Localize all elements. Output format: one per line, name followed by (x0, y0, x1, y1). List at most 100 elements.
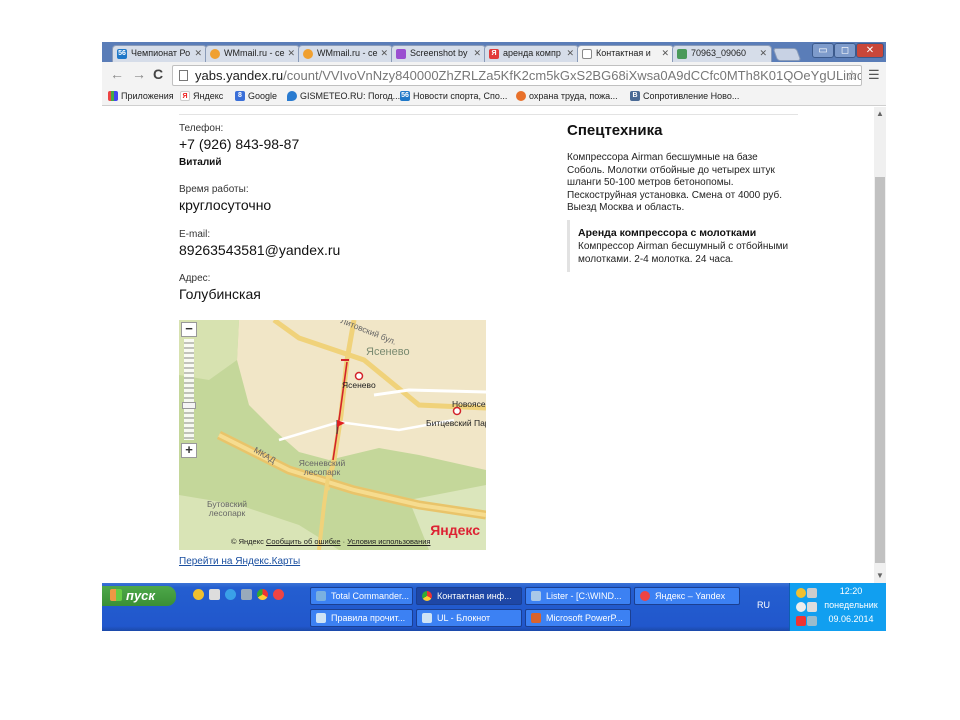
tray-antivirus-icon[interactable] (796, 616, 806, 626)
quicklaunch-calculator-icon[interactable] (209, 589, 220, 600)
start-button[interactable]: пуск (102, 586, 176, 606)
bookmark-gismeteo[interactable]: GISMETEO.RU: Погод... (287, 91, 400, 101)
close-window-button[interactable]: ✕ (856, 43, 884, 58)
phone-label: Телефон: (179, 123, 224, 134)
task-chrome-contact[interactable]: Контактная инф... (416, 587, 522, 605)
menu-icon[interactable]: ☰ (868, 67, 880, 83)
quicklaunch-desktop-icon[interactable] (241, 589, 252, 600)
new-tab-button[interactable] (772, 48, 802, 61)
bookmark-star-icon[interactable]: ☆ (845, 66, 858, 85)
bookmark-apps[interactable]: Приложения (108, 91, 174, 101)
task-label: Контактная инф... (437, 591, 512, 601)
map-footer: © Яндекс Сообщить об ошибке · Условия ис… (231, 536, 430, 548)
forward-arrow-icon[interactable]: → (132, 66, 146, 82)
ad-box[interactable]: Аренда компрессора с молотками Компрессо… (567, 220, 797, 272)
terms-link[interactable]: Условия использования (347, 537, 430, 546)
bookmark-google[interactable]: 8 Google (235, 91, 277, 101)
tab-wmmail-2[interactable]: WMmail.ru - се ✕ (298, 45, 393, 62)
task-label: Правила прочит... (331, 613, 406, 623)
task-total-commander[interactable]: Total Commander... (310, 587, 413, 605)
tray-skype-icon[interactable] (796, 602, 806, 612)
zoom-in-button[interactable]: + (181, 443, 197, 458)
task-lister[interactable]: Lister - [C:\WIND... (525, 587, 631, 605)
task-powerpoint[interactable]: Microsoft PowerP... (525, 609, 631, 627)
task-yandex-browser[interactable]: Яндекс – Yandex (634, 587, 740, 605)
tab-wmmail-1[interactable]: WMmail.ru - се ✕ (205, 45, 300, 62)
reload-icon[interactable]: C (153, 66, 163, 82)
bookmark-vk[interactable]: B Сопротивление Ново... (630, 91, 739, 101)
close-icon[interactable]: ✕ (566, 48, 574, 59)
tab-label: Контактная и (596, 48, 651, 58)
ad-box-title[interactable]: Аренда компрессора с молотками (578, 227, 797, 239)
clock-time[interactable]: 12:20 (818, 586, 884, 596)
map-label-novoyase: Новоясе (452, 399, 486, 409)
map-label-butovsky-park: Бутовский лесопарк (206, 499, 248, 518)
close-icon[interactable]: ✕ (759, 48, 767, 59)
footer-separator: · (342, 537, 346, 546)
map-zoom-control[interactable]: − + (181, 322, 197, 458)
tab-contact-active[interactable]: Контактная и ✕ (577, 45, 674, 62)
language-indicator[interactable]: RU (757, 600, 770, 610)
tray-network-icon[interactable] (807, 588, 817, 598)
close-icon[interactable]: ✕ (287, 48, 295, 59)
vk-icon: B (630, 91, 640, 101)
divider (179, 114, 798, 115)
maximize-button[interactable]: ◻ (834, 43, 856, 58)
tray-volume-icon[interactable] (807, 602, 817, 612)
scroll-thumb[interactable] (875, 177, 885, 563)
ad-title[interactable]: Спецтехника (567, 122, 662, 139)
close-icon[interactable]: ✕ (661, 48, 669, 59)
hours-label: Время работы: (179, 184, 249, 195)
map-copyright: © Яндекс (231, 537, 264, 546)
minimize-button[interactable]: ▭ (812, 43, 834, 58)
tray-smiley-icon[interactable] (796, 588, 806, 598)
open-yandex-maps-link[interactable]: Перейти на Яндекс.Карты (179, 556, 300, 567)
quicklaunch-ie-icon[interactable] (225, 589, 236, 600)
page-scrollbar[interactable]: ▲ ▼ (874, 107, 886, 583)
bookmark-sport-news[interactable]: 56 Новости спорта, Спо... (400, 91, 507, 101)
report-error-link[interactable]: Сообщить об ошибке (266, 537, 341, 546)
tray-display-icon[interactable] (807, 616, 817, 626)
close-icon[interactable]: ✕ (194, 48, 202, 59)
close-icon[interactable]: ✕ (473, 48, 481, 59)
page-icon (179, 70, 188, 81)
scroll-down-arrow-icon[interactable]: ▼ (876, 571, 884, 580)
task-ul-notepad[interactable]: UL - Блокнот (416, 609, 522, 627)
image-icon (677, 49, 687, 59)
back-arrow-icon[interactable]: ← (110, 66, 124, 82)
zoom-slider-track[interactable] (184, 339, 194, 440)
sport-56-icon: 56 (117, 49, 127, 59)
map-label-yasenevsky-park: Ясеневский лесопарк (298, 458, 346, 477)
yandex-icon: Я (489, 49, 499, 59)
tab-image[interactable]: 70963_09060 ✕ (672, 45, 772, 62)
email-value[interactable]: 89263543581@yandex.ru (179, 242, 340, 258)
yandex-map[interactable]: Ясенево Ясенево Новоясе Битцевский Пар Л… (179, 320, 486, 550)
close-icon[interactable]: ✕ (380, 48, 388, 59)
chrome-icon (422, 591, 432, 601)
tab-championat[interactable]: 56 Чемпионат Ро ✕ (112, 45, 207, 62)
bookmark-label: Google (248, 91, 278, 101)
safety-icon (516, 91, 526, 101)
zoom-out-button[interactable]: − (181, 322, 197, 337)
tab-screenshot[interactable]: Screenshot by ✕ (391, 45, 486, 62)
bookmark-yandex[interactable]: Я Яндекс (180, 91, 223, 101)
map-label-bitsevsky: Битцевский Пар (426, 418, 486, 428)
lister-icon (531, 591, 541, 601)
hours-value: круглосуточно (179, 197, 272, 213)
notepad-icon (316, 613, 326, 623)
quicklaunch-chrome-icon[interactable] (257, 589, 268, 600)
address-bar[interactable]: yabs.yandex.ru/count/VVIvoVnNzy840000ZhZ… (172, 65, 862, 86)
zoom-slider-thumb[interactable] (182, 402, 196, 409)
page-icon (582, 49, 592, 59)
task-rules-notepad[interactable]: Правила прочит... (310, 609, 413, 627)
tab-arenda[interactable]: Я аренда компр ✕ (484, 45, 579, 62)
quicklaunch-yandex-icon[interactable] (273, 589, 284, 600)
sport-56-icon: 56 (400, 91, 410, 101)
quicklaunch-smiley-icon[interactable] (193, 589, 204, 600)
map-label-district: Ясенево (366, 346, 410, 358)
tab-label: WMmail.ru - се (317, 48, 378, 58)
ad-text: Компрессора Airman бесшумные на базе Соб… (567, 152, 783, 213)
bookmark-safety[interactable]: охрана труда, пожа... (516, 91, 618, 101)
task-label: Яндекс – Yandex (655, 591, 726, 601)
scroll-up-arrow-icon[interactable]: ▲ (876, 109, 884, 118)
